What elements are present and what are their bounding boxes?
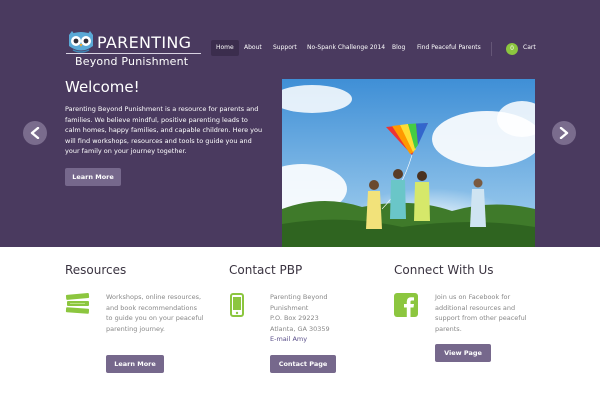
resources-learn-more-button[interactable]: Learn More [106, 355, 164, 373]
view-page-button[interactable]: View Page [435, 344, 491, 362]
email-amy-link[interactable]: E-mail Amy [270, 334, 370, 345]
cart-count-badge[interactable]: 0 [506, 43, 518, 55]
slider-prev-button[interactable] [23, 121, 47, 145]
main-nav: Home About Support No-Spank Challenge 20… [0, 40, 600, 58]
chevron-right-icon [559, 127, 569, 139]
hero-learn-more-button[interactable]: Learn More [65, 168, 121, 186]
hero-banner: PARENTING Beyond Punishment Home About S… [0, 0, 600, 247]
contact-title: Contact PBP [229, 263, 303, 277]
nav-item-home[interactable]: Home [211, 40, 239, 56]
nav-divider [491, 42, 492, 56]
phone-icon [230, 293, 244, 317]
contact-page-button[interactable]: Contact Page [270, 355, 336, 373]
contact-address-line: P.O. Box 29223 [270, 314, 319, 322]
contact-address-line: Atlanta, GA 30359 [270, 324, 330, 333]
nav-item-about[interactable]: About [239, 40, 267, 56]
slider-next-button[interactable] [552, 121, 576, 145]
chevron-left-icon [30, 127, 40, 139]
nav-item-support[interactable]: Support [268, 40, 302, 56]
contact-details: Parenting Beyond Punishment P.O. Box 292… [270, 292, 370, 345]
nav-item-blog[interactable]: Blog [387, 40, 410, 56]
resources-books-icon [65, 293, 90, 314]
facebook-icon [394, 293, 418, 317]
connect-title: Connect With Us [394, 263, 494, 277]
resources-title: Resources [65, 263, 127, 277]
nav-item-no-spank-challenge[interactable]: No-Spank Challenge 2014 [302, 40, 390, 56]
hero-title: Welcome! [65, 78, 140, 96]
nav-item-find-peaceful-parents[interactable]: Find Peaceful Parents [412, 40, 486, 56]
contact-address-line: Parenting Beyond [270, 293, 328, 301]
hero-family-kite-photo [282, 79, 535, 247]
hero-description: Parenting Beyond Punishment is a resourc… [65, 105, 263, 156]
cart-link[interactable]: Cart [523, 40, 536, 56]
contact-address-line: Punishment [270, 303, 309, 312]
resources-description: Workshops, online resources, and book re… [106, 293, 204, 333]
connect-description: Join us on Facebook for additional resou… [435, 293, 527, 333]
